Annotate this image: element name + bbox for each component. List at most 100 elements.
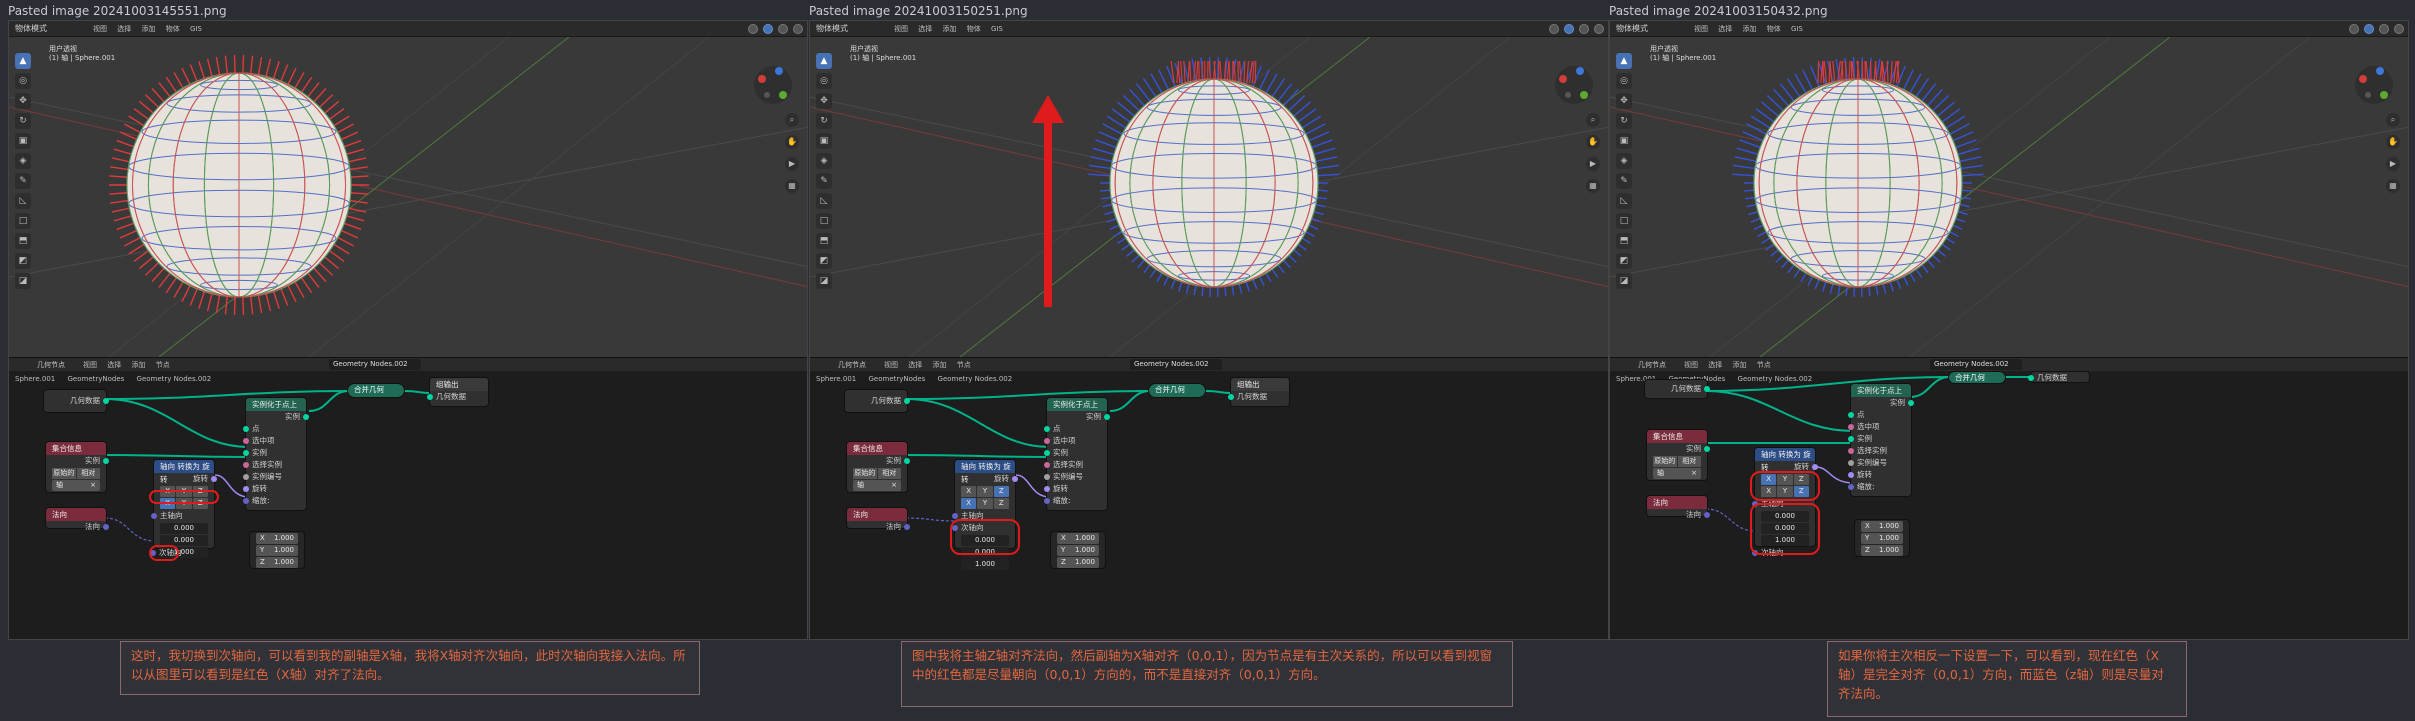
toggle-relative[interactable]: 相对 (1678, 456, 1702, 467)
toggle-relative[interactable]: 相对 (878, 468, 902, 479)
node-menu-node[interactable]: 节点 (1757, 361, 1771, 369)
rendered-shading-icon[interactable] (793, 24, 803, 34)
node-canvas[interactable]: Sphere.001 GeometryNodes Geometry Nodes.… (1610, 371, 2409, 640)
wireframe-shading-icon[interactable] (2349, 24, 2359, 34)
scale-y[interactable]: Y 1.000 (1861, 533, 1903, 544)
menu-view[interactable]: 视图 (894, 25, 908, 33)
collection-field[interactable]: 轴 × (853, 480, 901, 491)
menu-object[interactable]: 物体 (1767, 25, 1781, 33)
editor-type[interactable]: 几何节点 (838, 360, 866, 370)
node-menu-view[interactable]: 视图 (1684, 361, 1698, 369)
3d-viewport[interactable]: 用户透视 (1) 轴 | Sphere.001 ▲ ◎ ✥ ↻ ▣ ◈ ✎ ◺ … (810, 37, 1609, 357)
group-input-node[interactable]: 几何数据 (43, 389, 107, 413)
node-menu-node[interactable]: 节点 (156, 361, 170, 369)
node-tree-selector[interactable]: Geometry Nodes.002 (1930, 359, 2022, 370)
scale-z[interactable]: Z 1.000 (1057, 557, 1099, 568)
scale-y[interactable]: Y 1.000 (1057, 545, 1099, 556)
group-input-node[interactable]: 几何数据 (844, 389, 908, 413)
select-tool-icon[interactable]: ▲ (816, 53, 832, 69)
material-shading-icon[interactable] (1579, 24, 1589, 34)
grid-icon[interactable]: ▦ (785, 179, 799, 193)
annotate-tool-icon[interactable]: ✎ (1616, 173, 1632, 189)
solid-shading-icon[interactable] (2364, 24, 2374, 34)
menu-object[interactable]: 物体 (166, 25, 180, 33)
knife-tool-icon[interactable]: ◪ (1616, 273, 1632, 289)
node-canvas[interactable]: Sphere.001 GeometryNodes Geometry Nodes.… (810, 371, 1609, 640)
axis-gizmo[interactable] (2354, 65, 2394, 105)
transform-tool-icon[interactable]: ◈ (1616, 153, 1632, 169)
node-menu-add[interactable]: 添加 (131, 361, 145, 369)
scale-x[interactable]: X 1.000 (1861, 521, 1903, 532)
axis-z[interactable]: Z (994, 486, 1009, 497)
move-tool-icon[interactable]: ✥ (1616, 93, 1632, 109)
scale-z[interactable]: Z 1.000 (256, 557, 298, 568)
group-output-node[interactable]: 组输出 几何数据 (429, 377, 489, 407)
measure-tool-icon[interactable]: ◺ (816, 193, 832, 209)
transform-tool-icon[interactable]: ◈ (816, 153, 832, 169)
node-canvas[interactable]: Sphere.001 GeometryNodes Geometry Nodes.… (9, 371, 808, 640)
menu-select[interactable]: 选择 (117, 25, 131, 33)
menu-gis[interactable]: GIS (190, 25, 202, 33)
menu-view[interactable]: 视图 (93, 25, 107, 33)
mode-dropdown[interactable]: 物体模式 (816, 23, 848, 34)
add-cube-tool-icon[interactable]: □ (15, 213, 31, 229)
scale-x[interactable]: X 1.000 (256, 533, 298, 544)
wireframe-shading-icon[interactable] (748, 24, 758, 34)
group-output-node[interactable]: 组输出 几何数据 (1230, 377, 1290, 407)
join-geometry-node[interactable]: 合并几何 (1148, 383, 1206, 398)
extrude-tool-icon[interactable]: ⬒ (15, 233, 31, 249)
material-shading-icon[interactable] (2379, 24, 2389, 34)
wireframe-shading-icon[interactable] (1549, 24, 1559, 34)
menu-object[interactable]: 物体 (967, 25, 981, 33)
annotate-tool-icon[interactable]: ✎ (15, 173, 31, 189)
3d-viewport[interactable]: 用户透视 (1) 轴 | Sphere.001 ▲ ◎ ✥ ↻ ▣ ◈ ✎ ◺ … (9, 37, 808, 357)
menu-select[interactable]: 选择 (918, 25, 932, 33)
editor-type[interactable]: 几何节点 (37, 360, 65, 370)
scale-z[interactable]: Z 1.000 (1861, 545, 1903, 556)
scale-x[interactable]: X 1.000 (1057, 533, 1099, 544)
zoom-icon[interactable]: ⌕ (785, 113, 799, 127)
pan-hand-icon[interactable]: ✋ (2386, 135, 2400, 149)
toggle-original[interactable]: 原始的 (1653, 456, 1677, 467)
node-tree-selector[interactable]: Geometry Nodes.002 (1130, 359, 1222, 370)
axis-x[interactable]: X (961, 486, 976, 497)
knife-tool-icon[interactable]: ◪ (15, 273, 31, 289)
normal-node[interactable]: 法向 法向 (1646, 495, 1708, 517)
menu-select[interactable]: 选择 (1718, 25, 1732, 33)
toggle-relative[interactable]: 相对 (77, 468, 101, 479)
menu-add[interactable]: 添加 (141, 25, 155, 33)
zoom-icon[interactable]: ⌕ (2386, 113, 2400, 127)
camera-icon[interactable]: ▶ (2386, 157, 2400, 171)
menu-gis[interactable]: GIS (991, 25, 1003, 33)
group-input-node[interactable]: 几何数据 (1644, 379, 1708, 399)
select-tool-icon[interactable]: ▲ (1616, 53, 1632, 69)
instance-on-points-node[interactable]: 实例化于点上 实例 点 选中项 实例 选择实例 实例编号 旋转 缩放: (1046, 397, 1108, 511)
rotate-tool-icon[interactable]: ↻ (15, 113, 31, 129)
scale-tool-icon[interactable]: ▣ (816, 133, 832, 149)
zoom-icon[interactable]: ⌕ (1586, 113, 1600, 127)
material-shading-icon[interactable] (778, 24, 788, 34)
move-tool-icon[interactable]: ✥ (816, 93, 832, 109)
editor-type[interactable]: 几何节点 (1638, 360, 1666, 370)
collection-info-node[interactable]: 集合信息 实例 原始的 相对 轴 × (1646, 429, 1708, 481)
join-geometry-node[interactable]: 合并几何 (1948, 371, 2006, 384)
cursor-tool-icon[interactable]: ◎ (15, 73, 31, 89)
instance-on-points-node[interactable]: 实例化于点上 实例 点 选中项 实例 选择实例 实例编号 旋转 缩放: (1850, 383, 1912, 497)
node-menu-select[interactable]: 选择 (1708, 361, 1722, 369)
bevel-tool-icon[interactable]: ◩ (1616, 253, 1632, 269)
camera-icon[interactable]: ▶ (785, 157, 799, 171)
group-output-node[interactable]: 几何数据 (2030, 371, 2090, 383)
node-menu-add[interactable]: 添加 (1732, 361, 1746, 369)
node-menu-node[interactable]: 节点 (957, 361, 971, 369)
collection-field[interactable]: 轴 × (1653, 468, 1701, 479)
normal-node[interactable]: 法向 法向 (45, 507, 107, 529)
transform-tool-icon[interactable]: ◈ (15, 153, 31, 169)
cursor-tool-icon[interactable]: ◎ (1616, 73, 1632, 89)
axis-x[interactable]: X (961, 498, 976, 509)
axis-y[interactable]: Y (977, 486, 992, 497)
measure-tool-icon[interactable]: ◺ (15, 193, 31, 209)
scale-tool-icon[interactable]: ▣ (15, 133, 31, 149)
axis-gizmo[interactable] (1554, 65, 1594, 105)
axis-y[interactable]: Y (977, 498, 992, 509)
grid-icon[interactable]: ▦ (1586, 179, 1600, 193)
